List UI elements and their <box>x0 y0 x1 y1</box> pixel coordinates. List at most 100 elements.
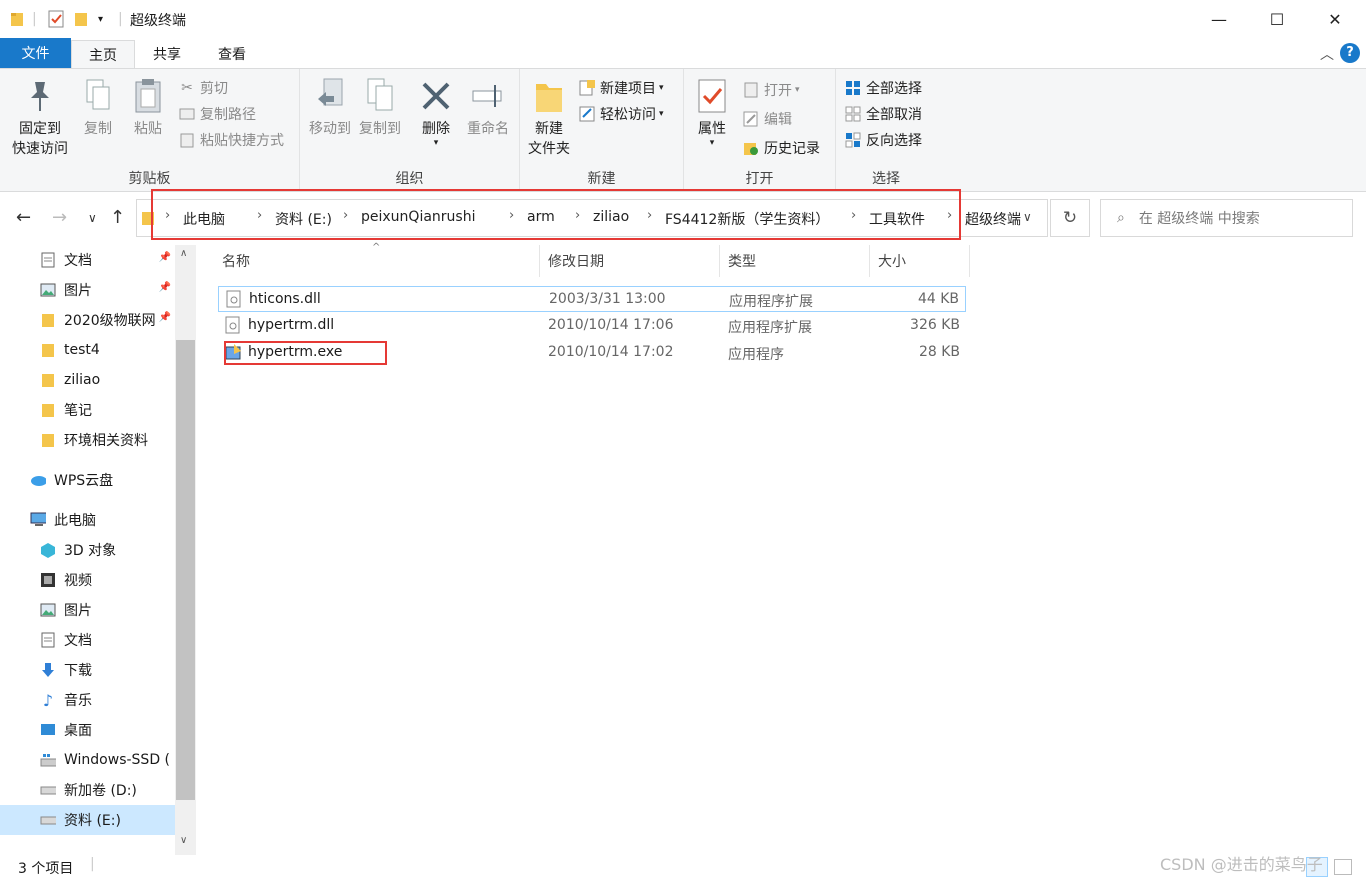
close-button[interactable]: ✕ <box>1306 0 1364 38</box>
search-input[interactable]: 在 超级终端 中搜索 <box>1139 208 1260 228</box>
open-group: 属性 ▾ 打开 ▾ 编辑 历史记录 打开 <box>684 69 836 191</box>
column-header-size[interactable]: 大小 <box>874 245 970 277</box>
help-icon[interactable]: ? <box>1340 43 1360 63</box>
tab-file[interactable]: 文件 <box>0 38 71 68</box>
copy-to-button[interactable]: 复制到 <box>356 75 404 139</box>
nav-item[interactable]: 环境相关资料 <box>0 425 175 455</box>
back-arrow-icon[interactable]: ← <box>16 207 31 228</box>
properties-quick-icon[interactable] <box>48 9 64 29</box>
delete-label: 删除 <box>422 121 450 137</box>
breadcrumb-highlight-box <box>151 189 961 240</box>
pin-label-line2: 快速访问 <box>12 141 68 157</box>
open-icon <box>742 81 760 99</box>
column-header-modified[interactable]: 修改日期 <box>544 245 720 277</box>
easy-access-button[interactable]: 轻松访问 ▾ <box>578 102 664 126</box>
properties-button[interactable]: 属性 ▾ <box>690 75 734 148</box>
address-dropdown-chevron-icon[interactable]: ∨ <box>1023 210 1032 224</box>
select-none-button[interactable]: 全部取消 <box>844 102 922 126</box>
paste-shortcut-button[interactable]: 粘贴快捷方式 <box>178 128 284 152</box>
recent-locations-chevron-icon[interactable]: ∨ <box>88 211 97 225</box>
scroll-up-icon[interactable]: ∧ <box>180 248 187 259</box>
nav-item-label: 笔记 <box>64 403 92 419</box>
move-to-label: 移动到 <box>309 121 351 137</box>
clipboard-group-label: 剪贴板 <box>128 171 171 187</box>
nav-item[interactable]: 图片 📌 <box>0 275 175 305</box>
pin-icon: 📌 <box>158 282 171 293</box>
title-bar: | ▾ | 超级终端 — ☐ ✕ <box>0 0 1366 38</box>
tab-share[interactable]: 共享 <box>137 40 197 68</box>
desktop-icon <box>40 722 56 738</box>
rename-button[interactable]: 重命名 <box>464 75 512 139</box>
nav-item[interactable]: 资料 (E:) <box>0 805 175 835</box>
nav-item[interactable]: 笔记 <box>0 395 175 425</box>
exe-highlight-box <box>224 341 387 365</box>
clipboard-group: 固定到 快速访问 复制 粘贴 ✂ 剪切 复制路径 粘贴快捷方式 剪贴板 <box>0 69 300 191</box>
column-header-name[interactable]: 名称 <box>218 245 540 277</box>
maximize-button[interactable]: ☐ <box>1248 0 1306 38</box>
nav-item[interactable]: 3D 对象 <box>0 535 175 565</box>
nav-item-label: WPS云盘 <box>54 473 114 489</box>
minimize-button[interactable]: — <box>1190 0 1248 38</box>
copy-path-button[interactable]: 复制路径 <box>178 102 256 126</box>
breadcrumb-item[interactable]: 超级终端 <box>965 209 1021 229</box>
nav-item[interactable]: 视频 <box>0 565 175 595</box>
tab-home[interactable]: 主页 <box>71 40 135 68</box>
nav-item[interactable]: WPS云盘 <box>0 465 175 495</box>
paste-shortcut-label: 粘贴快捷方式 <box>200 133 284 149</box>
nav-scrollbar[interactable]: ∧ ∨ <box>175 245 196 855</box>
copy-to-label: 复制到 <box>359 121 401 137</box>
paste-button[interactable]: 粘贴 <box>128 75 168 139</box>
nav-item[interactable]: 文档 📌 <box>0 245 175 275</box>
nav-item[interactable]: 2020级物联网 📌 <box>0 305 175 335</box>
nav-item[interactable]: 文档 <box>0 625 175 655</box>
chevron-down-icon: ▾ <box>659 83 664 93</box>
nav-item[interactable]: ♪ 音乐 <box>0 685 175 715</box>
move-to-button[interactable]: 移动到 <box>306 75 354 139</box>
copy-path-icon <box>178 105 196 123</box>
refresh-icon[interactable]: ↻ <box>1050 199 1090 237</box>
file-modified: 2003/3/31 13:00 <box>549 291 666 307</box>
document-icon <box>40 252 56 268</box>
large-icons-view-icon[interactable] <box>1334 859 1352 875</box>
nav-item[interactable]: 桌面 <box>0 715 175 745</box>
history-button[interactable]: 历史记录 <box>742 136 820 160</box>
collapse-ribbon-icon[interactable]: ︿ <box>1320 44 1334 64</box>
new-item-button[interactable]: 新建项目 ▾ <box>578 76 664 100</box>
cut-button[interactable]: ✂ 剪切 <box>178 76 228 100</box>
file-row[interactable]: hypertrm.dll 2010/10/14 17:06 应用程序扩展 326 KB <box>218 313 966 339</box>
cube-icon <box>40 542 56 558</box>
nav-item[interactable]: 下载 <box>0 655 175 685</box>
item-count: 3 个项目 <box>18 861 74 877</box>
pin-quick-access-button[interactable]: 固定到 快速访问 <box>8 75 72 159</box>
nav-item[interactable]: Windows-SSD ( <box>0 745 175 775</box>
edit-button[interactable]: 编辑 <box>742 107 792 131</box>
separator: | <box>90 856 95 872</box>
up-arrow-icon[interactable]: ↑ <box>110 207 125 228</box>
select-all-button[interactable]: 全部选择 <box>844 76 922 100</box>
nav-item[interactable]: 新加卷 (D:) <box>0 775 175 805</box>
copy-button[interactable]: 复制 <box>78 75 118 139</box>
nav-item[interactable]: 此电脑 <box>0 505 175 535</box>
file-row[interactable]: hticons.dll 2003/3/31 13:00 应用程序扩展 44 KB <box>218 286 966 312</box>
tab-view[interactable]: 查看 <box>202 40 262 68</box>
nav-item[interactable]: 图片 <box>0 595 175 625</box>
open-button[interactable]: 打开 ▾ <box>742 78 800 102</box>
scrollbar-thumb[interactable] <box>176 340 195 800</box>
file-type: 应用程序扩展 <box>728 320 812 336</box>
forward-arrow-icon[interactable]: → <box>52 207 67 228</box>
select-group-label: 选择 <box>872 171 900 187</box>
search-box[interactable]: ⌕ 在 超级终端 中搜索 <box>1100 199 1353 237</box>
new-folder-button[interactable]: 新建 文件夹 <box>526 75 572 159</box>
video-icon <box>40 572 56 588</box>
customize-quick-access-icon[interactable]: ▾ <box>98 9 103 29</box>
invert-selection-button[interactable]: 反向选择 <box>844 128 922 152</box>
nav-item-label: 2020级物联网 <box>64 313 156 329</box>
nav-item[interactable]: ziliao <box>0 365 175 395</box>
new-folder-quick-icon[interactable] <box>74 9 88 29</box>
column-header-type[interactable]: 类型 <box>724 245 870 277</box>
copy-to-icon <box>362 75 398 117</box>
select-all-label: 全部选择 <box>866 81 922 97</box>
delete-button[interactable]: 删除 ▾ <box>418 75 454 148</box>
nav-item[interactable]: test4 <box>0 335 175 365</box>
scroll-down-icon[interactable]: ∨ <box>180 835 187 846</box>
